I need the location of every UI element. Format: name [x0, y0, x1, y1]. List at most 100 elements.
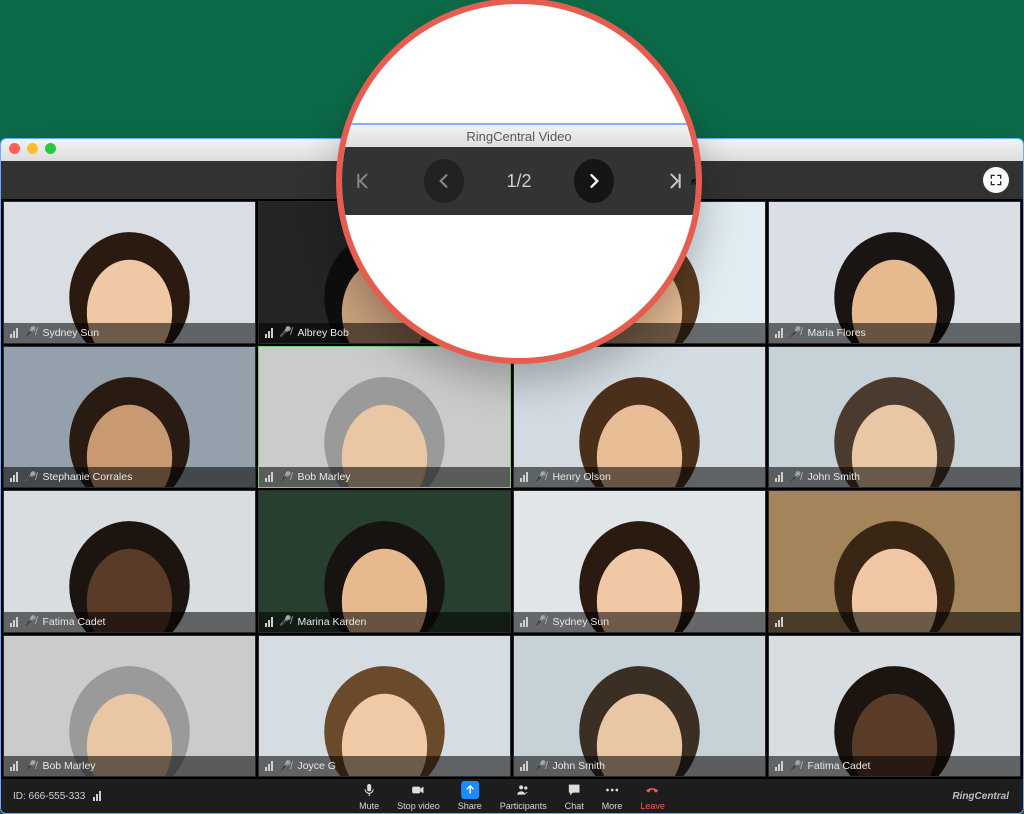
participants-icon	[514, 781, 532, 799]
more-icon	[603, 781, 621, 799]
participant-label: 🎤̸ John Smith	[769, 467, 1020, 487]
participant-name: Stephanie Corrales	[42, 471, 132, 483]
fullscreen-button[interactable]	[983, 167, 1009, 193]
participant-name: Sydney Sun	[42, 327, 99, 339]
participant-name: Bob Marley	[297, 471, 350, 483]
participants-button[interactable]: Participants	[500, 781, 547, 811]
signal-icon	[10, 328, 18, 338]
participant-label: 🎤̸ Joyce G	[259, 756, 510, 776]
mic-muted-icon: 🎤̸	[24, 616, 36, 627]
participant-tile[interactable]: 🎤̸ Fatima Cadet	[768, 635, 1021, 778]
participant-name: John Smith	[552, 760, 605, 772]
mic-muted-icon: 🎤̸	[534, 616, 546, 627]
participant-tile[interactable]: 🎤̸ Marina Karden	[258, 490, 511, 633]
signal-icon	[10, 617, 18, 627]
participant-name: Bob Marley	[42, 760, 95, 772]
mute-button[interactable]: Mute	[359, 781, 379, 811]
signal-icon	[265, 472, 273, 482]
signal-icon	[10, 472, 18, 482]
magnified-titlebar: RingCentral Video	[342, 123, 696, 147]
participant-label: 🎤̸ Stephanie Corrales	[4, 467, 255, 487]
participant-label: 🎤̸ Henry Olson	[514, 467, 765, 487]
signal-icon	[520, 472, 528, 482]
signal-icon	[265, 328, 273, 338]
participant-tile[interactable]: 🎤̸ Sydney Sun	[3, 201, 256, 344]
participant-name: Marina Karden	[297, 616, 366, 628]
participant-name: Maria Flores	[807, 327, 865, 339]
participant-tile[interactable]	[768, 490, 1021, 633]
mic-muted-icon: 🎤̸	[279, 327, 291, 338]
participant-name: Sydney Sun	[552, 616, 609, 628]
chat-button[interactable]: Chat	[565, 781, 584, 811]
participant-tile[interactable]: 🎤̸ Henry Olson	[513, 346, 766, 489]
mic-muted-icon: 🎤̸	[534, 761, 546, 772]
participant-tile[interactable]: 🎤̸ Bob Marley	[258, 346, 511, 489]
mic-muted-icon: 🎤̸	[24, 327, 36, 338]
window-close-button[interactable]	[9, 143, 20, 154]
hangup-icon	[644, 781, 662, 799]
share-button[interactable]: Share	[458, 781, 482, 811]
participant-name: Henry Olson	[552, 471, 610, 483]
cursor-icon: ↖	[689, 174, 702, 195]
pager-indicator: 1/2	[506, 171, 531, 192]
mic-muted-icon: 🎤̸	[534, 472, 546, 483]
participant-label: 🎤̸ Sydney Sun	[4, 323, 255, 343]
signal-icon	[775, 761, 783, 771]
participant-name: Joyce G	[297, 760, 336, 772]
participant-label	[769, 612, 1020, 632]
participant-name: John Smith	[807, 471, 860, 483]
participant-label: 🎤̸ Fatima Cadet	[4, 612, 255, 632]
participant-tile[interactable]: 🎤̸ Sydney Sun	[513, 490, 766, 633]
mic-muted-icon: 🎤̸	[279, 761, 291, 772]
participant-label: 🎤̸ Bob Marley	[4, 756, 255, 776]
participant-label: 🎤̸ Fatima Cadet	[769, 756, 1020, 776]
participant-label: 🎤̸ Sydney Sun	[514, 612, 765, 632]
window-minimize-button[interactable]	[27, 143, 38, 154]
magnified-title: RingCentral Video	[466, 129, 571, 144]
pager-next-button[interactable]	[574, 159, 614, 203]
participant-label: 🎤̸ Bob Marley	[259, 467, 510, 487]
pager-prev-button[interactable]	[424, 159, 464, 203]
signal-icon	[10, 761, 18, 771]
window-controls[interactable]	[9, 143, 56, 154]
participant-label: 🎤̸ Marina Karden	[259, 612, 510, 632]
signal-icon	[775, 472, 783, 482]
brand-label: RingCentral	[952, 791, 1023, 802]
stop-video-label: Stop video	[397, 801, 440, 811]
mic-muted-icon: 🎤̸	[24, 472, 36, 483]
mic-muted-icon: 🎤̸	[24, 761, 36, 772]
participant-tile[interactable]: 🎤̸ Maria Flores	[768, 201, 1021, 344]
chat-icon	[565, 781, 583, 799]
signal-icon	[775, 617, 783, 627]
participant-tile[interactable]: 🎤̸ Stephanie Corrales	[3, 346, 256, 489]
more-button[interactable]: More	[602, 781, 623, 811]
participant-name: Fatima Cadet	[807, 760, 870, 772]
participant-tile[interactable]: 🎤̸ John Smith	[768, 346, 1021, 489]
participants-label: Participants	[500, 801, 547, 811]
participant-tile[interactable]: 🎤̸ John Smith	[513, 635, 766, 778]
video-icon	[409, 781, 427, 799]
pager-magnifier-callout: RingCentral Video 1/2 ↖	[336, 0, 702, 364]
mic-muted-icon: 🎤̸	[789, 327, 801, 338]
signal-icon	[265, 761, 273, 771]
participant-tile[interactable]: 🎤̸ Bob Marley	[3, 635, 256, 778]
signal-icon	[93, 791, 101, 801]
signal-icon	[520, 761, 528, 771]
signal-icon	[520, 617, 528, 627]
pager-first-button[interactable]	[342, 159, 382, 203]
magnified-pager-toolbar: 1/2	[342, 147, 696, 215]
signal-icon	[265, 617, 273, 627]
meeting-bottom-bar: ID: 666-555-333 Mute Stop video	[1, 779, 1023, 813]
more-label: More	[602, 801, 623, 811]
leave-button[interactable]: Leave	[640, 781, 665, 811]
window-zoom-button[interactable]	[45, 143, 56, 154]
meeting-id: ID: 666-555-333	[13, 791, 85, 802]
mute-label: Mute	[359, 801, 379, 811]
stop-video-button[interactable]: Stop video	[397, 781, 440, 811]
participant-tile[interactable]: 🎤̸ Fatima Cadet	[3, 490, 256, 633]
share-label: Share	[458, 801, 482, 811]
participant-tile[interactable]: 🎤̸ Joyce G	[258, 635, 511, 778]
signal-icon	[775, 328, 783, 338]
participant-name: Fatima Cadet	[42, 616, 105, 628]
mic-muted-icon: 🎤̸	[789, 472, 801, 483]
